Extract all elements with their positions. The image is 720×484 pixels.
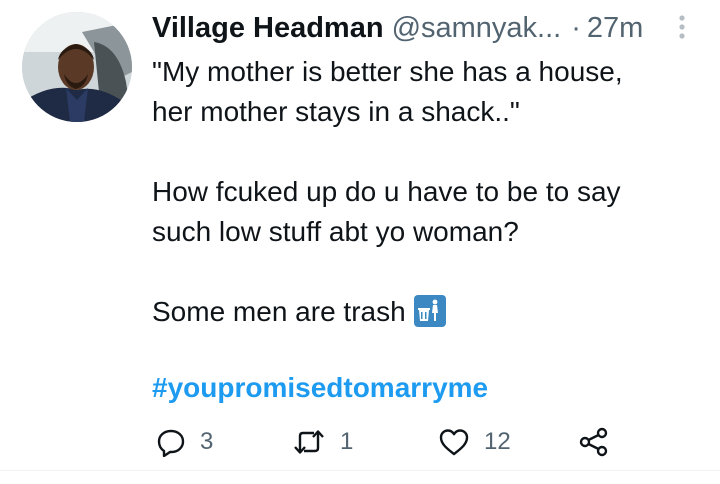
author-handle[interactable]: @samnyak... — [392, 12, 562, 44]
share-icon — [578, 427, 610, 457]
retweet-icon — [292, 427, 326, 457]
like-button[interactable]: 12 — [438, 422, 511, 462]
tweet-line: How fcuked up do u have to be to say — [152, 176, 621, 207]
tweet-line-last: Some men are trash — [152, 292, 712, 332]
retweet-count: 1 — [340, 428, 354, 455]
tweet-line: such low stuff abt yo woman? — [152, 216, 519, 247]
divider — [0, 470, 720, 471]
reply-count: 3 — [200, 428, 214, 455]
author-name[interactable]: Village Headman — [152, 12, 384, 44]
trash-can-emoji-icon — [413, 295, 446, 338]
like-count: 12 — [484, 428, 511, 455]
avatar[interactable] — [22, 12, 132, 122]
hashtag-link[interactable]: #youpromisedtomarryme — [152, 368, 488, 408]
tweet-line: Some men are trash — [152, 296, 406, 327]
more-options-icon[interactable] — [674, 14, 690, 40]
tweet-card[interactable]: Village Headman @samnyak... · 27m "My mothe… — [0, 0, 720, 484]
tweet-time[interactable]: 27m — [587, 12, 643, 44]
tweet-header: Village Headman @samnyak... · 27m — [152, 8, 712, 48]
share-button[interactable] — [578, 422, 610, 462]
retweet-button[interactable]: 1 — [292, 422, 353, 462]
heart-icon — [438, 427, 470, 457]
reply-button[interactable]: 3 — [156, 422, 213, 462]
separator-dot: · — [571, 12, 581, 44]
tweet-actions: 3 1 12 — [152, 422, 712, 462]
tweet-text: "My mother is better she has a house, he… — [152, 52, 712, 332]
tweet-line: "My mother is better she has a house, — [152, 56, 623, 87]
avatar-photo — [22, 12, 132, 122]
tweet-line: her mother stays in a shack.." — [152, 96, 520, 127]
reply-icon — [156, 427, 186, 457]
